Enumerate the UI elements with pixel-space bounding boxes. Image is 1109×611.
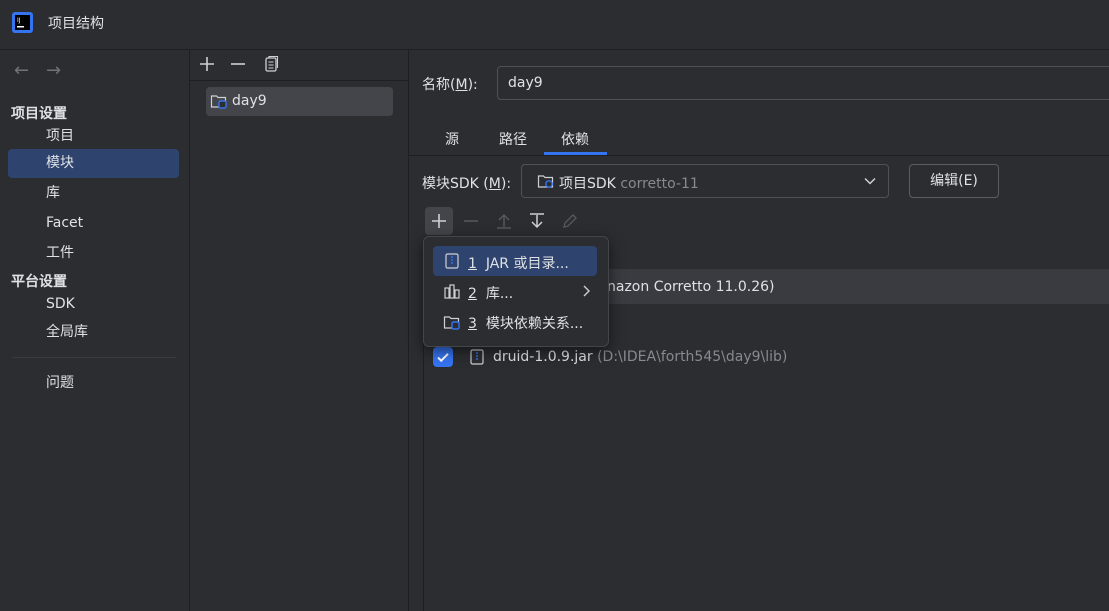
sdk-folder-icon xyxy=(537,175,554,188)
jar-archive-icon xyxy=(445,253,459,269)
module-folder-icon xyxy=(210,95,227,109)
copy-icon[interactable] xyxy=(263,55,279,77)
edit-pencil-icon[interactable] xyxy=(561,212,579,230)
module-sdk-label: 模块SDK (M): xyxy=(422,176,512,192)
name-label: 名称(M): xyxy=(422,77,478,93)
tab-paths[interactable]: 路径 xyxy=(499,129,527,149)
chevron-right-icon xyxy=(583,285,590,297)
nav-item-global-libraries[interactable]: 全局库 xyxy=(8,318,179,347)
nav-item-artifacts[interactable]: 工件 xyxy=(8,239,179,268)
jar-archive-icon xyxy=(470,349,484,365)
module-sdk-value: 项目SDK corretto-11 xyxy=(559,176,699,192)
title-bar xyxy=(0,0,1109,50)
nav-item-libraries[interactable]: 库 xyxy=(8,179,179,208)
module-list-toolbar xyxy=(190,50,408,81)
menu-item-library-label: 2 库... xyxy=(468,286,514,302)
jar-enabled-checkbox[interactable] xyxy=(433,347,453,367)
module-list-pane xyxy=(190,50,409,611)
add-icon[interactable] xyxy=(198,55,216,77)
checkmark-icon xyxy=(437,353,449,363)
forward-arrow-icon[interactable]: → xyxy=(46,60,61,81)
intellij-logo-icon: IJ xyxy=(12,12,33,33)
add-dependency-button[interactable] xyxy=(425,207,453,235)
move-down-icon[interactable] xyxy=(528,212,546,230)
remove-icon[interactable] xyxy=(229,55,247,77)
module-folder-icon xyxy=(443,316,460,330)
tab-sources[interactable]: 源 xyxy=(445,129,459,149)
jdk-dependency-text: nazon Corretto 11.0.26) xyxy=(607,279,775,295)
back-arrow-icon[interactable]: ← xyxy=(14,60,29,81)
move-up-icon[interactable] xyxy=(495,212,513,230)
menu-item-jar-label: 1 JAR 或目录... xyxy=(468,256,569,272)
nav-item-sdk[interactable]: SDK xyxy=(8,290,179,319)
section-project-settings: 项目设置 xyxy=(11,106,67,122)
svg-text:IJ: IJ xyxy=(17,17,21,24)
chevron-down-icon xyxy=(864,177,876,185)
add-icon xyxy=(432,214,446,228)
nav-item-facets[interactable]: Facet xyxy=(8,209,179,238)
nav-divider xyxy=(12,357,176,358)
nav-item-problems[interactable]: 问题 xyxy=(8,369,179,398)
nav-item-modules[interactable]: 模块 xyxy=(8,149,179,178)
jar-dependency-label[interactable]: druid-1.0.9.jar (D:\IDEA\forth545\day9\l… xyxy=(493,349,787,365)
remove-dependency-icon[interactable] xyxy=(462,212,480,230)
active-tab-indicator xyxy=(544,152,607,155)
menu-item-module-dependency-label: 3 模块依赖关系... xyxy=(468,316,584,332)
edit-sdk-button[interactable]: 编辑(E) xyxy=(909,164,999,198)
window-title: 项目结构 xyxy=(48,16,104,32)
tab-dependencies[interactable]: 依赖 xyxy=(561,129,589,149)
tabs-separator xyxy=(409,155,1109,156)
module-name-label: day9 xyxy=(232,93,267,109)
library-icon xyxy=(444,284,460,299)
section-platform-settings: 平台设置 xyxy=(11,274,67,290)
nav-item-project[interactable]: 项目 xyxy=(8,122,179,151)
module-name-input[interactable]: day9 xyxy=(497,66,1109,100)
